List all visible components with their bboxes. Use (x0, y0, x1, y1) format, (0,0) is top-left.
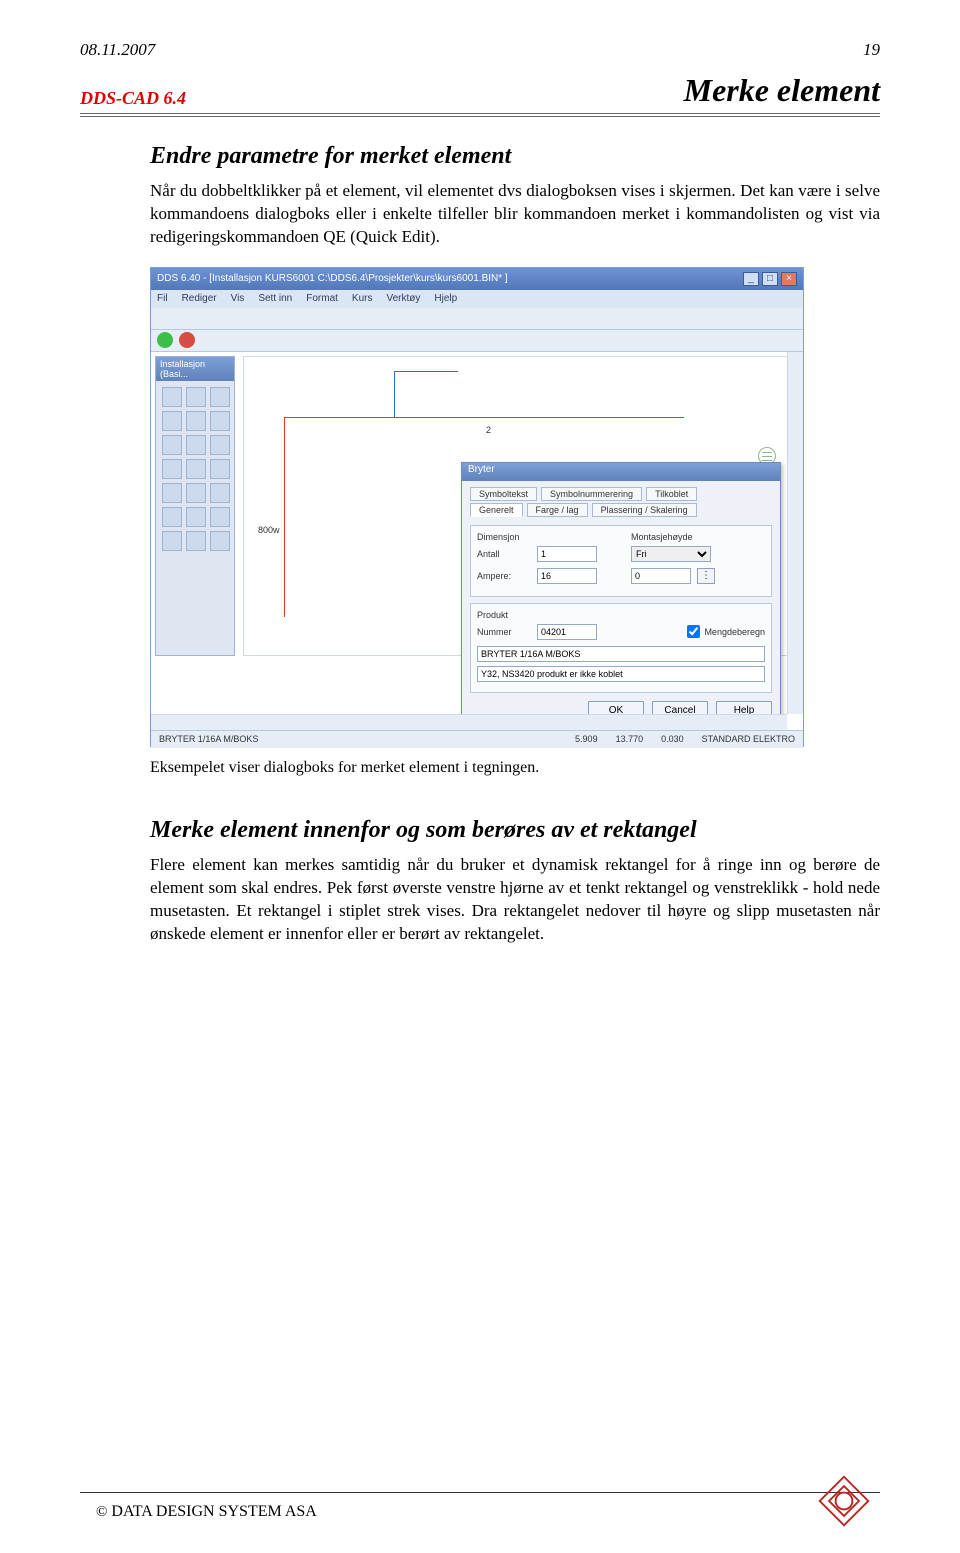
input-product-line1[interactable] (477, 646, 765, 662)
tab-farge-lag[interactable]: Farge / lag (527, 503, 588, 517)
palette-tool[interactable] (186, 507, 206, 527)
input-antall[interactable] (537, 546, 597, 562)
toolbar-1 (151, 308, 803, 330)
palette-tool[interactable] (162, 411, 182, 431)
menu-item[interactable]: Sett inn (258, 293, 292, 304)
palette-tool[interactable] (186, 483, 206, 503)
palette-tool[interactable] (186, 435, 206, 455)
group-produkt: Produkt (477, 610, 765, 620)
menu-item[interactable]: Vis (231, 293, 245, 304)
menu-bar: Fil Rediger Vis Sett inn Format Kurs Ver… (151, 290, 803, 308)
palette-tool[interactable] (186, 387, 206, 407)
input-product-line2[interactable] (477, 666, 765, 682)
doc-date: 08.11.2007 (80, 40, 155, 60)
section-2-body: Flere element kan merkes samtidig når du… (150, 854, 880, 946)
copyright-symbol: © (96, 1504, 107, 1520)
palette-tool[interactable] (162, 459, 182, 479)
palette-title: Installasjon (Basi... (156, 357, 234, 381)
label-ampere: Ampere: (477, 571, 531, 581)
menu-item[interactable]: Format (306, 293, 338, 304)
tab-generelt[interactable]: Generelt (470, 503, 523, 517)
tool-palette: Installasjon (Basi... (155, 356, 235, 656)
close-button[interactable]: × (781, 272, 797, 286)
palette-tool[interactable] (162, 531, 182, 551)
palette-tool[interactable] (210, 435, 230, 455)
palette-tool[interactable] (186, 459, 206, 479)
menu-item[interactable]: Fil (157, 293, 168, 304)
wall-line (284, 417, 285, 617)
select-fri[interactable]: Fri (631, 546, 711, 562)
label-mengdeberegn: Mengdeberegn (704, 627, 765, 637)
header-divider (80, 113, 880, 117)
palette-tool[interactable] (210, 411, 230, 431)
spin-button[interactable]: ⋮ (697, 568, 715, 584)
section-2-heading: Merke element innenfor og som berøres av… (150, 817, 880, 844)
section-1-heading: Endre parametre for merket element (150, 143, 880, 170)
menu-item[interactable]: Hjelp (434, 293, 457, 304)
toolbar-2 (151, 330, 803, 352)
footer-divider (80, 1492, 880, 1493)
titlebar: DDS 6.40 - [Installasjon KURS6001 C:\DDS… (151, 268, 803, 290)
palette-tool[interactable] (210, 507, 230, 527)
group-montasjehoyde: Montasjehøyde (631, 532, 765, 542)
palette-tool[interactable] (162, 507, 182, 527)
status-coord-x: 5.909 (575, 734, 598, 744)
group-dimensjon: Dimensjon (477, 532, 611, 542)
status-coord-z: 0.030 (661, 734, 684, 744)
checkbox-mengdeberegn[interactable] (687, 625, 700, 638)
palette-tool[interactable] (162, 435, 182, 455)
company-name: DATA DESIGN SYSTEM ASA (107, 1503, 316, 1520)
accept-icon[interactable] (157, 332, 173, 348)
input-nummer[interactable] (537, 624, 597, 640)
menu-item[interactable]: Kurs (352, 293, 373, 304)
tab-symboltekst[interactable]: Symboltekst (470, 487, 537, 501)
palette-tool[interactable] (210, 387, 230, 407)
figure-caption: Eksempelet viser dialogboks for merket e… (150, 759, 880, 777)
footer-text: © DATA DESIGN SYSTEM ASA (96, 1503, 317, 1521)
status-coord-y: 13.770 (616, 734, 644, 744)
tab-symbolnummerering[interactable]: Symbolnummerering (541, 487, 642, 501)
window-title: DDS 6.40 - [Installasjon KURS6001 C:\DDS… (157, 273, 508, 284)
wall-line (284, 417, 684, 418)
dds-logo-icon (816, 1473, 872, 1529)
menu-item[interactable]: Rediger (182, 293, 217, 304)
document-title: Merke element (684, 72, 880, 109)
status-left: BRYTER 1/16A M/BOKS (159, 734, 258, 744)
page-number: 19 (863, 40, 880, 60)
palette-tool[interactable] (210, 531, 230, 551)
bryter-dialog: Bryter Symboltekst Symbolnummerering Til… (461, 462, 781, 730)
status-bar: BRYTER 1/16A M/BOKS 5.909 13.770 0.030 S… (151, 730, 803, 748)
drawing-dim-2: 2 (486, 425, 491, 435)
tab-plassering[interactable]: Plassering / Skalering (592, 503, 697, 517)
product-name: DDS-CAD 6.4 (80, 88, 186, 109)
minimize-button[interactable]: _ (743, 272, 759, 286)
label-nummer: Nummer (477, 627, 531, 637)
palette-tool[interactable] (186, 531, 206, 551)
door-line (394, 371, 458, 372)
palette-tool[interactable] (210, 459, 230, 479)
palette-tool[interactable] (186, 411, 206, 431)
section-1-body: Når du dobbeltklikker på et element, vil… (150, 180, 880, 249)
door-line (394, 371, 395, 417)
dialog-title: Bryter (462, 463, 780, 481)
drawing-label-800w: 800w (258, 525, 280, 535)
label-antall: Antall (477, 549, 531, 559)
horizontal-scrollbar[interactable] (151, 714, 787, 730)
status-right: STANDARD ELEKTRO (702, 734, 795, 744)
reject-icon[interactable] (179, 332, 195, 348)
menu-item[interactable]: Verktøy (386, 293, 420, 304)
input-ampere[interactable] (537, 568, 597, 584)
maximize-button[interactable]: □ (762, 272, 778, 286)
palette-tool[interactable] (162, 387, 182, 407)
tab-tilkoblet[interactable]: Tilkoblet (646, 487, 697, 501)
app-window: DDS 6.40 - [Installasjon KURS6001 C:\DDS… (150, 267, 804, 747)
palette-tool[interactable] (162, 483, 182, 503)
input-mount-value[interactable] (631, 568, 691, 584)
vertical-scrollbar[interactable] (787, 352, 803, 714)
palette-tool[interactable] (210, 483, 230, 503)
